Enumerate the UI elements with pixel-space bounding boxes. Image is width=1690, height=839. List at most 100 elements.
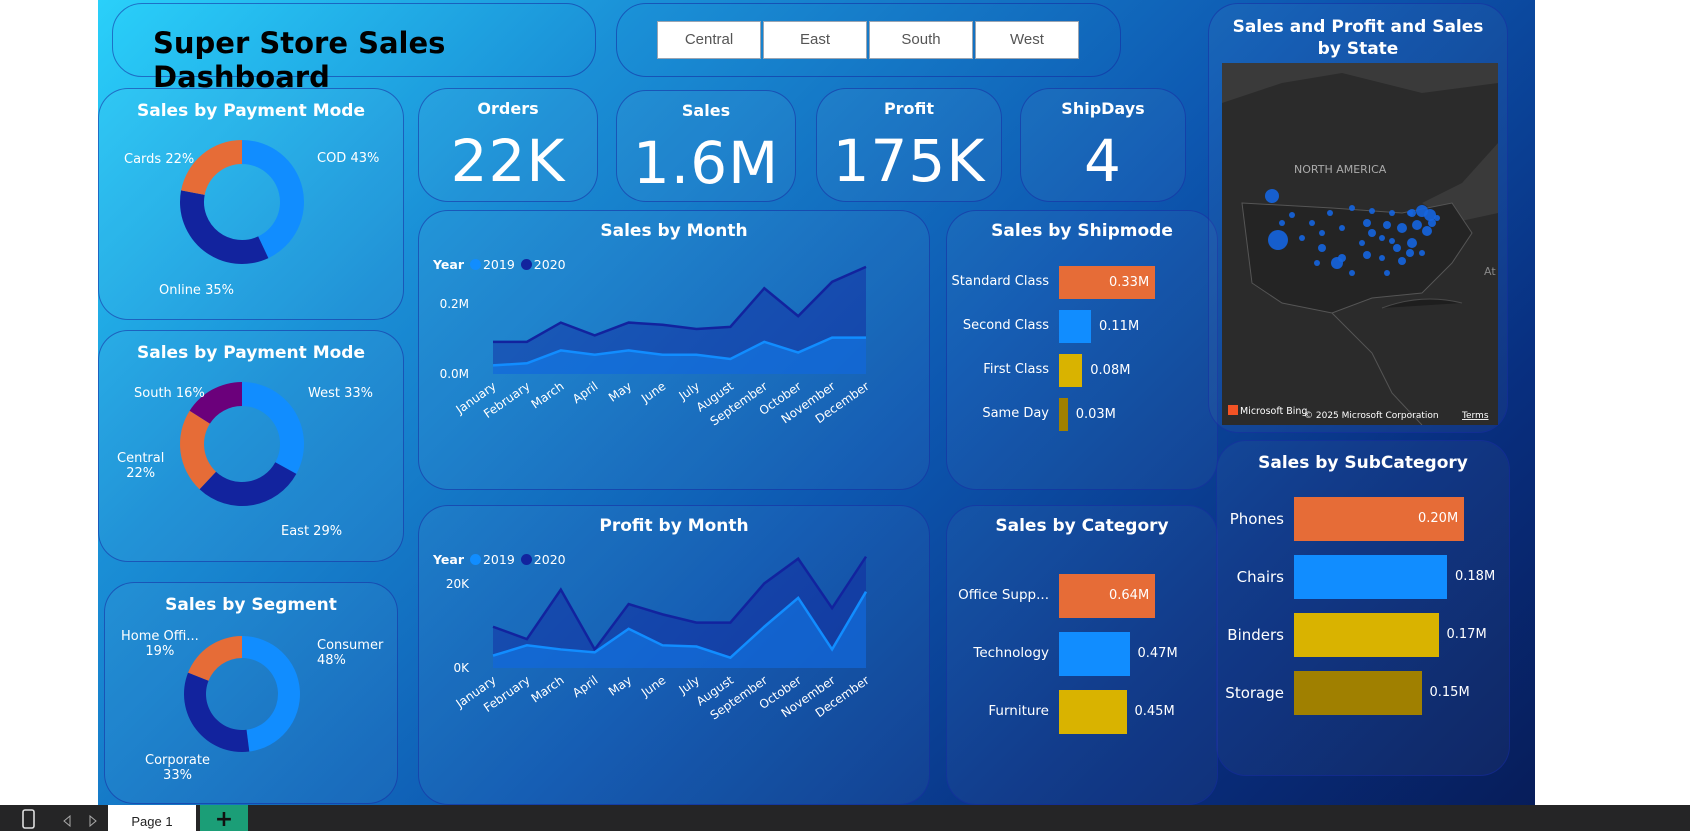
state-bubble[interactable] [1314,260,1320,266]
map-visual[interactable]: NORTH AMERICA At Microsoft Bing © 2025 M… [1222,63,1498,425]
donut-slice[interactable] [181,140,242,195]
bar-value-label: 0.18M [1455,569,1496,584]
map-terms-link[interactable]: Terms [1461,411,1489,421]
region-mode-card[interactable]: Sales by Payment Mode West 33% East 29% … [98,330,404,562]
bar-value-label: 0.20M [1418,511,1459,526]
donut-label: Central 22% [117,451,164,481]
payment-mode-card[interactable]: Sales by Payment Mode COD 43% Online 35%… [98,88,404,320]
sales-area-chart: 0.0M0.2MJanuaryFebruaryMarch April May June… [440,265,872,429]
state-bubble[interactable] [1397,223,1407,233]
state-bubble[interactable] [1419,250,1425,256]
kpi-label: Profit [883,99,935,118]
state-bubble[interactable] [1279,220,1285,226]
donut-label: East 29% [281,524,343,539]
chart-title: Sales by Category [995,516,1169,536]
state-bubble[interactable] [1412,220,1422,230]
bar-category-label: First Class [983,361,1049,377]
segment-card[interactable]: Sales by Segment Consumer 48% Corporate … [104,582,398,804]
donut-label-line: Home Offi... [121,629,199,644]
slicer-west[interactable]: West [975,21,1079,59]
donut-slice[interactable] [199,462,297,506]
donut-slice[interactable] [184,672,250,752]
state-bubble[interactable] [1339,225,1345,231]
donut-label: Corporate 33% [145,753,210,783]
shipmode-card[interactable]: Sales by Shipmode Standard Class 0.33M Sec… [946,210,1218,490]
slicer-east[interactable]: East [763,21,867,59]
x-tick-label: March [529,673,567,705]
sales-by-month-card[interactable]: Sales by Month Year 2019 2020 0.0M 0.2M Janu… [418,210,930,490]
bar[interactable] [1059,354,1083,387]
subcategory-card[interactable]: Sales by SubCategory Phones 0.20M Chairs 0.… [1216,440,1510,776]
state-bubble[interactable] [1379,235,1385,241]
state-bubble[interactable] [1359,240,1365,246]
bar[interactable] [1294,671,1422,715]
state-bubble[interactable] [1349,270,1355,276]
state-bubble[interactable] [1363,251,1371,259]
bar[interactable] [1059,632,1130,676]
bar-category-label: Phones [1229,510,1284,528]
state-bubble[interactable] [1363,219,1371,227]
state-bubble[interactable] [1383,221,1391,229]
donut-label: South 16% [134,386,205,401]
state-bubble[interactable] [1408,209,1416,217]
state-bubble[interactable] [1289,212,1295,218]
donut-slice[interactable] [180,190,269,264]
state-bubble[interactable] [1319,230,1325,236]
next-page-icon[interactable] [88,815,98,827]
bar-category-label: Technology [973,645,1049,661]
kpi-value: 4 [1084,127,1122,195]
bing-label: Microsoft Bing [1240,406,1307,417]
state-bubble[interactable] [1389,210,1395,216]
state-bubble[interactable] [1299,235,1305,241]
kpi-shipdays[interactable]: ShipDays 4 [1020,88,1186,202]
state-bubble[interactable] [1407,238,1417,248]
bar-value-label: 0.47M [1137,646,1178,661]
add-page-button[interactable]: + [200,805,248,832]
state-bubble[interactable] [1379,255,1385,261]
state-bubble[interactable] [1398,257,1406,265]
profit-by-month-card[interactable]: Profit by Month Year 2019 2020 0K 20K Januar… [418,505,930,805]
state-bubble[interactable] [1424,209,1436,221]
state-bubble[interactable] [1309,220,1315,226]
bar[interactable] [1294,613,1439,657]
y-tick-label: 0K [453,661,470,675]
state-bubble[interactable] [1318,244,1326,252]
x-tick-label: March [529,379,567,411]
state-bubble[interactable] [1393,244,1401,252]
bar-category-label: Second Class [962,317,1049,333]
donut-label-line: 19% [145,644,175,659]
donut-slice[interactable] [242,382,304,474]
state-bubble[interactable] [1389,238,1395,244]
state-bubble[interactable] [1349,205,1355,211]
bar[interactable] [1059,310,1091,343]
state-bubble[interactable] [1406,249,1414,257]
kpi-orders[interactable]: Orders 22K [418,88,598,202]
category-card[interactable]: Sales by Category Office Supp... 0.64M Tec… [946,505,1218,805]
state-bubble[interactable] [1422,226,1432,236]
state-bubble[interactable] [1327,210,1333,216]
x-tick-label: May [606,673,634,699]
state-bubble[interactable] [1265,189,1279,203]
page-tab[interactable]: Page 1 [108,805,196,831]
x-tick-label: April [570,673,601,700]
slicer-south[interactable]: South [869,21,973,59]
bar[interactable] [1059,398,1068,431]
donut-slice[interactable] [242,636,300,752]
bar[interactable] [1059,690,1127,734]
donut-label: COD 43% [317,151,380,166]
prev-page-icon[interactable] [62,815,72,827]
state-bubble[interactable] [1268,230,1288,250]
kpi-profit[interactable]: Profit 175K [816,88,1002,202]
state-bubble[interactable] [1369,208,1375,214]
page-tab-bar: Page 1 + [0,805,1690,832]
bar-category-label: Office Supp... [958,587,1049,603]
state-bubble[interactable] [1384,270,1390,276]
state-bubble[interactable] [1368,229,1376,237]
mobile-layout-icon[interactable] [22,809,36,829]
y-tick-label: 0.0M [440,367,469,381]
slicer-central[interactable]: Central [657,21,761,59]
bar[interactable] [1294,555,1447,599]
kpi-sales[interactable]: Sales 1.6M [616,90,796,202]
report-canvas: Super Store Sales Dashboard Central East… [98,0,1535,805]
state-bubble[interactable] [1331,257,1343,269]
